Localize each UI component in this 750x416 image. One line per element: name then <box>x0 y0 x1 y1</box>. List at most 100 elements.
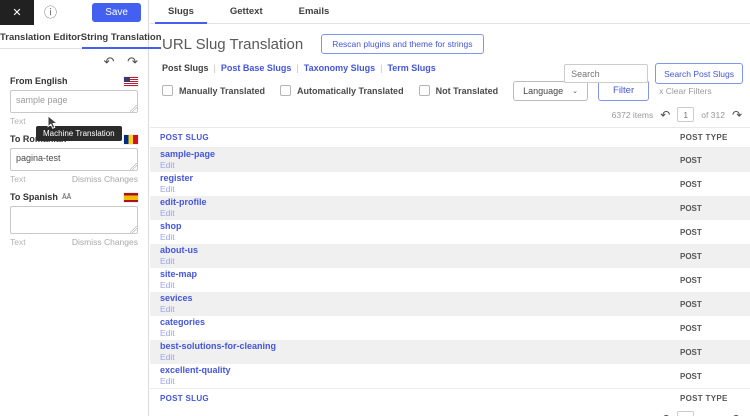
column-footer-post-slug[interactable]: POST SLUG <box>150 394 680 403</box>
field-to-romanian: To Romanian ĀĀ pagina-test Text Dismiss … <box>0 134 148 184</box>
subnav-post-slugs[interactable]: Post Slugs <box>162 63 209 73</box>
slug-link[interactable]: best-solutions-for-cleaning <box>160 342 680 351</box>
main-tabs: Slugs Gettext Emails <box>150 0 750 24</box>
spain-flag-icon <box>124 193 138 202</box>
romanian-translation-input[interactable]: pagina-test <box>10 148 138 171</box>
save-button[interactable]: Save <box>92 3 141 22</box>
mouse-cursor-icon <box>47 115 58 131</box>
edit-link[interactable]: Edit <box>160 161 680 170</box>
edit-link[interactable]: Edit <box>160 329 680 338</box>
table-header: POST SLUG POST TYPE <box>150 128 750 148</box>
table-row: shopEdit POST <box>150 220 750 244</box>
pagination-bottom: 6372 items ↶ 1 of 312 ↷ <box>150 411 750 416</box>
prev-page-icon[interactable]: ↶ <box>660 109 670 121</box>
next-page-icon[interactable]: ↷ <box>732 109 742 121</box>
page-total: of 312 <box>701 110 725 120</box>
subnav-taxonomy-slugs[interactable]: Taxonomy Slugs <box>304 63 375 73</box>
edit-link[interactable]: Edit <box>160 185 680 194</box>
post-type-value: POST <box>680 300 750 309</box>
edit-link[interactable]: Edit <box>160 377 680 386</box>
table-body: sample-page Edit POST register Edit POST e… <box>150 148 750 388</box>
checkbox-icon[interactable] <box>280 85 291 96</box>
table-row: registerEdit POST <box>150 172 750 196</box>
field-type-label: Text <box>10 237 26 247</box>
post-type-value: POST <box>680 252 750 261</box>
prev-page-icon[interactable]: ↶ <box>660 413 670 416</box>
machine-translation-icon[interactable]: ĀĀ <box>62 194 71 201</box>
search-box: Search Post Slugs <box>564 63 743 84</box>
column-header-post-type: POST TYPE <box>680 133 750 142</box>
history-controls: ↶ ↷ <box>0 49 148 68</box>
checkbox-icon[interactable] <box>162 85 173 96</box>
pagination-top: 6372 items ↶ 1 of 312 ↷ <box>150 107 750 122</box>
page-number-input[interactable]: 1 <box>677 107 694 122</box>
close-icon: ✕ <box>12 6 21 19</box>
column-footer-post-type: POST TYPE <box>680 394 750 403</box>
next-page-icon[interactable]: ↷ <box>732 413 742 416</box>
column-header-post-slug[interactable]: POST SLUG <box>150 133 680 142</box>
tab-string-translation[interactable]: String Translation <box>81 26 162 48</box>
spanish-translation-input[interactable] <box>10 206 138 234</box>
post-type-value: POST <box>680 324 750 333</box>
edit-link[interactable]: Edit <box>160 353 680 362</box>
field-type-label: Text <box>10 116 26 126</box>
rescan-button[interactable]: Rescan plugins and theme for strings <box>321 34 483 54</box>
checkbox-manually-translated[interactable]: Manually Translated <box>162 85 265 96</box>
clear-filters-link[interactable]: x Clear Filters <box>659 86 711 96</box>
edit-link[interactable]: Edit <box>160 281 680 290</box>
source-text-input[interactable]: sample page <box>10 90 138 113</box>
field-from-english: From English sample page Text <box>0 76 148 126</box>
field-to-spanish: To Spanish ĀĀ Text Dismiss Changes <box>0 192 148 247</box>
tab-emails[interactable]: Emails <box>283 0 346 23</box>
romania-flag-icon <box>124 135 138 144</box>
edit-link[interactable]: Edit <box>160 257 680 266</box>
checkbox-icon[interactable] <box>419 85 430 96</box>
slug-link[interactable]: shop <box>160 222 680 231</box>
page-number-input[interactable]: 1 <box>677 411 694 416</box>
subnav-term-slugs[interactable]: Term Slugs <box>387 63 435 73</box>
slug-link[interactable]: sample-page <box>160 150 680 159</box>
table-row: excellent-qualityEdit POST <box>150 364 750 388</box>
edit-link[interactable]: Edit <box>160 233 680 242</box>
slug-table: POST SLUG POST TYPE sample-page Edit POST… <box>150 127 750 407</box>
post-type-value: POST <box>680 276 750 285</box>
field-label: To Spanish <box>10 192 58 202</box>
dismiss-changes-link[interactable]: Dismiss Changes <box>72 237 138 247</box>
sidebar: ✕ ⓘ Save Translation Editor String Trans… <box>0 0 149 416</box>
tab-gettext[interactable]: Gettext <box>214 0 279 23</box>
close-button[interactable]: ✕ <box>0 0 34 25</box>
chevron-down-icon: ⌄ <box>572 87 578 95</box>
slug-link[interactable]: excellent-quality <box>160 366 680 375</box>
slug-link[interactable]: sevices <box>160 294 680 303</box>
redo-icon[interactable]: ↷ <box>127 54 138 69</box>
subnav-post-base-slugs[interactable]: Post Base Slugs <box>221 63 292 73</box>
page-title: URL Slug Translation <box>162 36 303 53</box>
table-row: sevices Edit POST <box>150 292 750 316</box>
post-type-value: POST <box>680 204 750 213</box>
field-type-label: Text <box>10 174 26 184</box>
field-label: From English <box>10 76 68 86</box>
tab-translation-editor[interactable]: Translation Editor <box>0 26 81 48</box>
search-post-slugs-button[interactable]: Search Post Slugs <box>655 63 743 84</box>
us-flag-icon <box>124 77 138 86</box>
slug-link[interactable]: edit-profile <box>160 198 680 207</box>
table-row: about-us Edit POST <box>150 244 750 268</box>
info-icon[interactable]: ⓘ <box>44 6 57 19</box>
table-row: categories Edit POST <box>150 316 750 340</box>
slug-link[interactable]: register <box>160 174 680 183</box>
slug-link[interactable]: about-us <box>160 246 680 255</box>
undo-icon[interactable]: ↶ <box>104 54 115 69</box>
checkbox-not-translated[interactable]: Not Translated <box>419 85 499 96</box>
table-footer: POST SLUG POST TYPE <box>150 388 750 407</box>
edit-link[interactable]: Edit <box>160 209 680 218</box>
slug-link[interactable]: site-map <box>160 270 680 279</box>
tab-slugs[interactable]: Slugs <box>152 0 210 23</box>
sidebar-tabs: Translation Editor String Translation <box>0 26 148 49</box>
sidebar-header: ✕ ⓘ Save <box>0 0 148 25</box>
dismiss-changes-link[interactable]: Dismiss Changes <box>72 174 138 184</box>
slug-link[interactable]: categories <box>160 318 680 327</box>
edit-link[interactable]: Edit <box>160 305 680 314</box>
search-input[interactable] <box>564 64 648 83</box>
checkbox-automatically-translated[interactable]: Automatically Translated <box>280 85 404 96</box>
table-row: best-solutions-for-cleaningEdit POST <box>150 340 750 364</box>
